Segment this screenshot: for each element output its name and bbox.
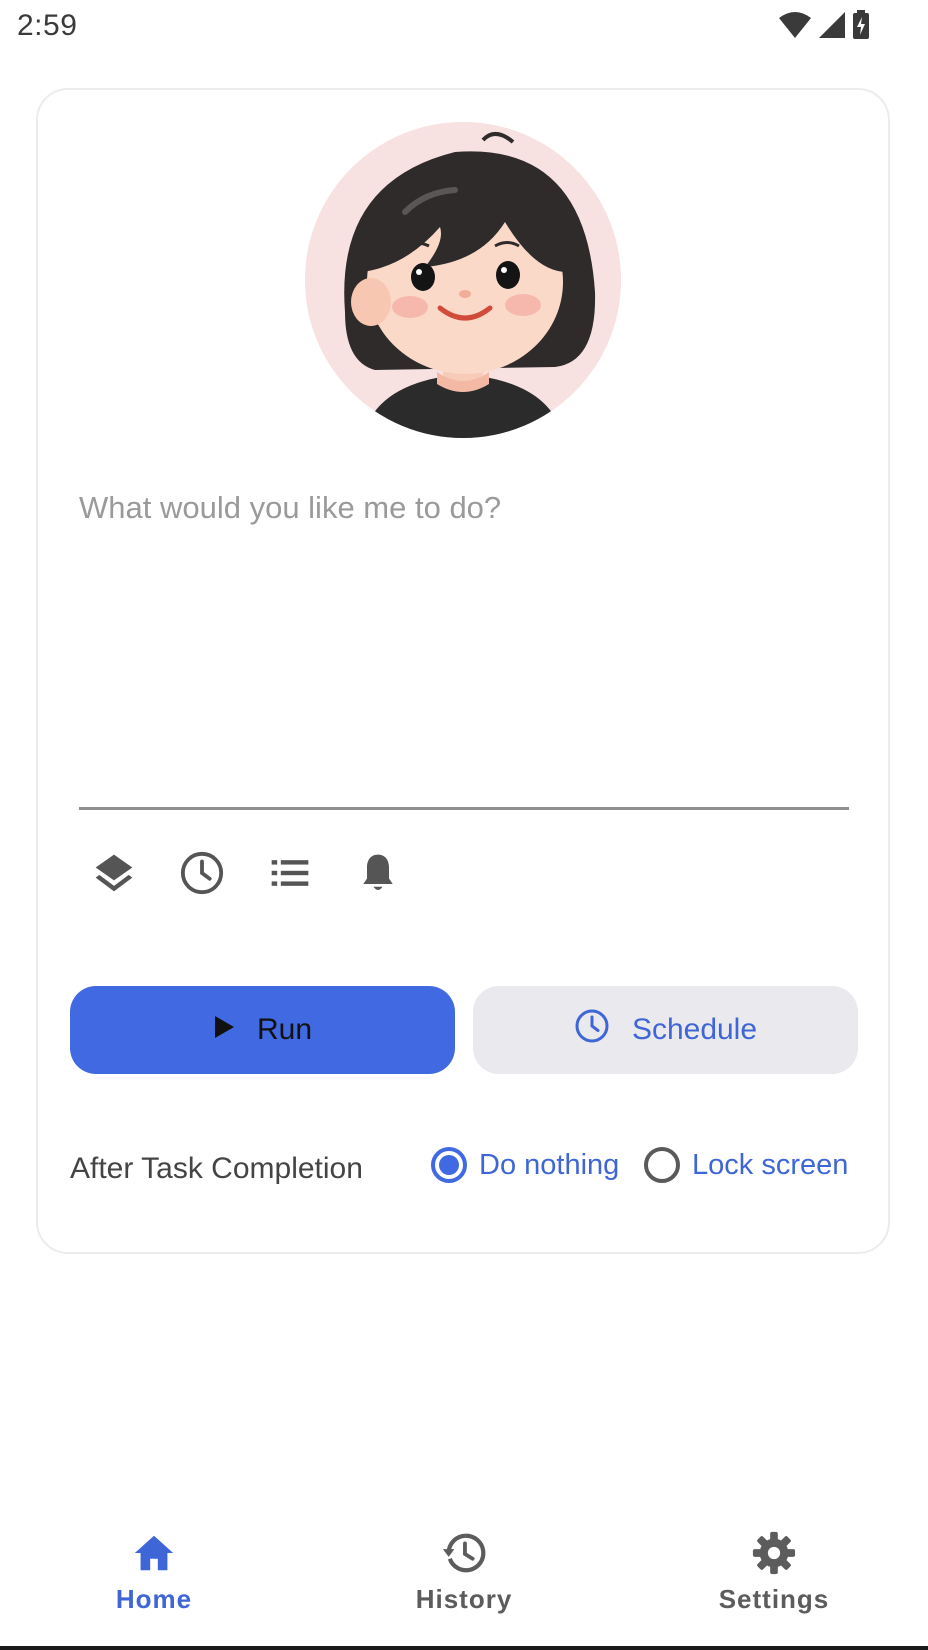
nav-label-history: History [415, 1584, 513, 1614]
home-icon [129, 1528, 179, 1578]
signal-icon [818, 11, 846, 44]
schedule-button-label: Schedule [631, 1013, 758, 1046]
schedule-button[interactable]: Schedule [473, 986, 858, 1074]
prompt-input[interactable]: What would you like me to do? [79, 490, 849, 810]
nav-label-settings: Settings [718, 1584, 830, 1614]
bell-icon[interactable] [353, 848, 403, 898]
gear-icon [749, 1528, 799, 1578]
nav-item-history[interactable]: History [354, 1500, 574, 1615]
bottom-nav: Home History Settings [0, 1500, 928, 1650]
layers-icon[interactable] [89, 848, 139, 898]
radio-lock-screen[interactable]: Lock screen [644, 1147, 848, 1183]
run-button-label: Run [256, 1013, 313, 1046]
clock-icon [574, 1008, 610, 1052]
history-icon [439, 1528, 489, 1578]
radio-lock-screen-label: Lock screen [692, 1148, 849, 1181]
status-bar: 2:59 [0, 0, 928, 54]
prompt-underline [79, 807, 849, 810]
nav-item-settings[interactable]: Settings [664, 1500, 884, 1615]
avatar [305, 122, 621, 438]
prompt-placeholder: What would you like me to do? [79, 490, 502, 525]
radio-do-nothing[interactable]: Do nothing [431, 1147, 619, 1183]
play-icon [213, 1013, 235, 1047]
wifi-icon [778, 11, 812, 44]
run-button[interactable]: Run [70, 986, 455, 1074]
nav-label-home: Home [115, 1584, 193, 1614]
radio-checked-icon [431, 1147, 467, 1183]
nav-item-home[interactable]: Home [44, 1500, 264, 1615]
gesture-bar [0, 1646, 928, 1650]
radio-unchecked-icon [644, 1147, 680, 1183]
status-icons [778, 10, 870, 45]
battery-icon [852, 10, 870, 45]
list-icon[interactable] [265, 848, 315, 898]
status-time: 2:59 [17, 9, 78, 42]
after-task-label: After Task Completion [70, 1152, 363, 1185]
radio-do-nothing-label: Do nothing [479, 1148, 620, 1181]
clock-icon[interactable] [177, 848, 227, 898]
